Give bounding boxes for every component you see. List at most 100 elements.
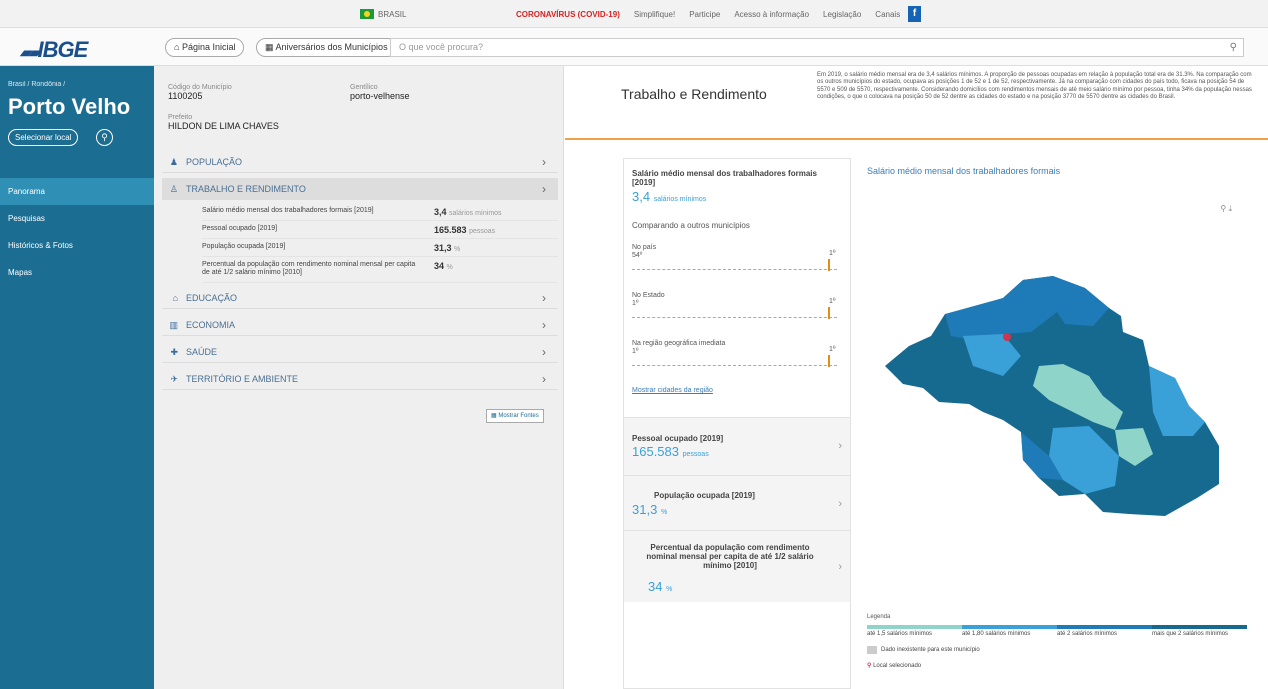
region-label: Na região geográfica imediata [632, 340, 726, 347]
salary-value: 3,4 salários mínimos [632, 189, 707, 204]
country-label: No país [632, 244, 657, 251]
population-block[interactable]: População ocupada [2019] 31,3 % › [624, 475, 850, 530]
region-scale [632, 365, 837, 366]
choropleth-map[interactable] [853, 216, 1246, 556]
state-label: No Estado [632, 292, 665, 299]
show-region-cities-link[interactable]: Mostrar cidades da região [632, 387, 713, 394]
group-educacao[interactable]: ⌂ EDUCAÇÃO › [162, 287, 558, 309]
download-icon[interactable]: ⤓ [1228, 204, 1232, 213]
legend-color-4 [1152, 625, 1247, 629]
group-trabalho[interactable]: ♙ TRABALHO E RENDIMENTO › [162, 178, 558, 200]
health-icon: ✚ [170, 347, 178, 357]
indicator-row-percent[interactable]: Percentual da população com rendimento n… [202, 261, 558, 283]
no-data-swatch [867, 646, 877, 654]
municipal-code: Código do Município 1100205 [168, 84, 232, 101]
section-title: Trabalho e Rendimento [621, 86, 767, 102]
chevron-right-icon: › [838, 440, 842, 452]
legend-color-1 [867, 625, 962, 629]
legend-bar [867, 625, 1247, 629]
gov-links: CORONAVÍRUS (COVID-19) Simplifique! Part… [516, 10, 900, 19]
indicator-card: Salário médio mensal dos trabalhadores f… [623, 158, 851, 689]
selected-place-legend: ⚲ Local selecionado [867, 663, 922, 669]
sidebar-item-mapas[interactable]: Mapas [0, 259, 154, 286]
country-rank: 54º [632, 252, 643, 259]
brasil-link[interactable]: BRASIL [360, 9, 406, 19]
compare-label: Comparando a outros municípios [632, 221, 750, 230]
chevron-right-icon: › [542, 345, 546, 359]
chevron-right-icon: › [542, 318, 546, 332]
region-rank: 1º [632, 348, 639, 355]
divider [565, 138, 1268, 140]
pin-icon: ⚲ [867, 663, 872, 669]
map-title: Salário médio mensal dos trabalhadores f… [867, 166, 1061, 176]
government-bar: BRASIL CORONAVÍRUS (COVID-19) Simplifiqu… [0, 0, 1268, 28]
graduation-icon: ⌂ [172, 293, 178, 303]
map-tools[interactable]: ⚲ ⤓ [1220, 204, 1232, 214]
zoom-icon[interactable]: ⚲ [1220, 204, 1226, 213]
breadcrumb[interactable]: Brasil / Rondônia / [8, 81, 65, 88]
legend-color-3 [1057, 625, 1152, 629]
indicator-row-population[interactable]: População ocupada [2019] 31,3 % [202, 243, 558, 257]
facebook-icon[interactable]: f [908, 6, 921, 22]
group-economia[interactable]: ▥ ECONOMIA › [162, 314, 558, 336]
home-button[interactable]: ⌂ Página Inicial [165, 38, 245, 57]
gov-link-simplifique[interactable]: Simplifique! [634, 10, 675, 19]
selected-place-marker [1003, 333, 1011, 341]
region-marker [828, 355, 830, 367]
sidebar-item-pesquisas[interactable]: Pesquisas [0, 205, 154, 232]
gov-link-canais[interactable]: Canais [875, 10, 900, 19]
site-header: ▰▰IBGE ⌂ Página Inicial ▦ Aniversários d… [0, 28, 1268, 66]
logo-mark-icon: ▰▰ [20, 44, 39, 60]
show-sources-button[interactable]: ▦ Mostrar Fontes [486, 409, 544, 423]
section-description: Em 2019, o salário médio mensal era de 3… [817, 72, 1252, 101]
sidebar: Brasil / Rondônia / Porto Velho Selecion… [0, 66, 154, 689]
calendar-icon: ▦ [265, 42, 276, 52]
search-input[interactable]: O que você procura? ⚲ [390, 38, 1244, 57]
legend-item[interactable]: até 1,80 salários mínimos [962, 631, 1057, 638]
map-card: Salário médio mensal dos trabalhadores f… [853, 158, 1247, 689]
indicator-row-salary[interactable]: Salário médio mensal dos trabalhadores f… [202, 207, 558, 221]
sidebar-item-panorama[interactable]: Panorama [0, 178, 154, 205]
group-territorio[interactable]: ✈ TERRITÓRIO E AMBIENTE › [162, 368, 558, 390]
people-icon: ♟ [169, 157, 178, 167]
country-scale [632, 269, 837, 270]
gov-link-participe[interactable]: Participe [689, 10, 720, 19]
yearbook-button[interactable]: ▦ Aniversários dos Municípios [256, 38, 397, 57]
no-data-legend: Dado inexistente para este município [867, 646, 1247, 654]
city-title: Porto Velho [8, 94, 131, 119]
chart-icon: ▥ [169, 320, 178, 330]
group-populacao[interactable]: ♟ POPULAÇÃO › [162, 151, 558, 173]
country-scale-top: 1º [829, 250, 836, 257]
map-legend: Legenda até 1,5 salários mínimos até 1,8… [867, 614, 1247, 669]
indicators-panel: Código do Município 1100205 Gentílico po… [154, 66, 564, 689]
gentilic: Gentílico porto-velhense [350, 84, 410, 101]
chevron-right-icon: › [838, 498, 842, 510]
chevron-right-icon: › [542, 155, 546, 169]
country-marker [828, 259, 830, 271]
plane-icon: ✈ [170, 374, 178, 384]
legend-item[interactable]: até 1,5 salários mínimos [867, 631, 962, 638]
state-scale [632, 317, 837, 318]
chevron-right-icon: › [542, 291, 546, 305]
state-rank: 1º [632, 300, 639, 307]
flag-icon [360, 9, 374, 19]
gov-link-coronavirus[interactable]: CORONAVÍRUS (COVID-19) [516, 10, 620, 19]
select-place-button[interactable]: Selecionar local [8, 129, 79, 146]
indicator-row-occupied[interactable]: Pessoal ocupado [2019] 165.583 pessoas [202, 225, 558, 239]
home-icon: ⌂ [174, 42, 182, 52]
legend-item[interactable]: até 2 salários mínimos [1057, 631, 1152, 638]
group-saude[interactable]: ✚ SAÚDE › [162, 341, 558, 363]
ibge-logo[interactable]: ▰▰IBGE [20, 37, 88, 63]
gov-link-acesso[interactable]: Acesso à informação [734, 10, 809, 19]
percent-block[interactable]: Percentual da população com rendimento n… [624, 530, 850, 602]
gov-link-legislacao[interactable]: Legislação [823, 10, 861, 19]
sidebar-item-historicos[interactable]: Históricos & Fotos [0, 232, 154, 259]
occupied-block[interactable]: Pessoal ocupado [2019] 165.583 pessoas › [624, 417, 850, 475]
person-icon: ♙ [169, 184, 178, 194]
search-icon[interactable]: ⚲ [1230, 39, 1237, 56]
legend-items: até 1,5 salários mínimos até 1,80 salári… [867, 631, 1247, 638]
salary-title: Salário médio mensal dos trabalhadores f… [632, 169, 817, 187]
legend-item[interactable]: mais que 2 salários mínimos [1152, 631, 1247, 638]
location-pin-icon[interactable]: ⚲ [96, 129, 113, 146]
mayor: Prefeito HILDON DE LIMA CHAVES [168, 114, 279, 131]
